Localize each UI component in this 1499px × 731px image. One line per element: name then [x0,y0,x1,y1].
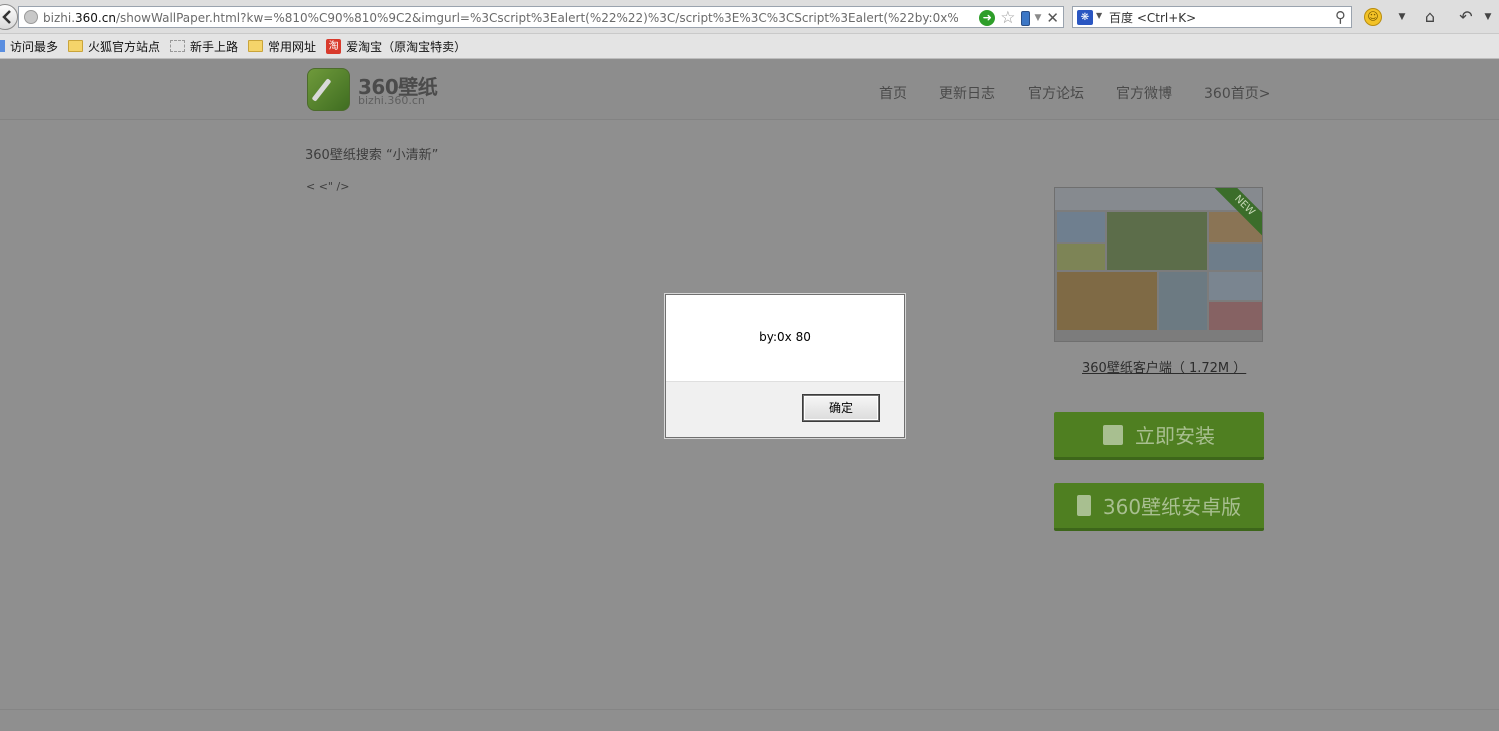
logo-subtitle: bizhi.360.cn [358,94,425,107]
chevron-down-icon[interactable]: ▼ [1096,11,1102,20]
folder-icon [68,40,84,52]
taobao-icon: 淘 [326,38,342,54]
url-domain: 360.cn [75,11,116,25]
bookmark-firefox-site[interactable]: 火狐官方站点 [68,38,160,55]
magnifier-icon[interactable]: ⚲ [1335,8,1346,26]
browser-toolbar: bizhi.360.cn/showWallPaper.html?kw=%810%… [0,0,1499,34]
nav-360-home[interactable]: 360首页> [1204,83,1270,103]
phone-icon[interactable] [1020,10,1030,26]
home-icon[interactable]: ⌂ [1420,7,1440,27]
go-icon[interactable]: ➜ [979,10,996,26]
client-screenshot[interactable]: NEW [1054,187,1263,342]
ok-button[interactable]: 确定 [802,394,880,422]
close-icon[interactable]: ✕ [1046,10,1059,26]
image-icon [1103,424,1123,445]
alert-dialog: by:0x 80 确定 [665,294,905,438]
globe-icon [24,10,38,24]
back-arrow-icon[interactable] [0,4,18,30]
nav-forum[interactable]: 官方论坛 [1028,83,1084,103]
url-input[interactable]: bizhi.360.cn/showWallPaper.html?kw=%810%… [18,6,1064,28]
chevron-down-icon[interactable]: ▼ [1392,7,1412,27]
phone-icon [1076,495,1091,516]
page-icon [170,40,186,52]
url-path: /showWallPaper.html?kw=%810%C90%810%9C2&… [115,11,958,25]
broken-markup-text: < <" /> [306,180,350,193]
baidu-icon[interactable]: ❋ [1077,10,1093,25]
nav-changelog[interactable]: 更新日志 [939,83,995,103]
url-text[interactable]: bizhi.360.cn/showWallPaper.html?kw=%810%… [43,10,958,26]
bookmark-aitaobao[interactable]: 淘爱淘宝（原淘宝特卖） [326,38,466,55]
android-button-label: 360壁纸安卓版 [1102,495,1242,519]
chevron-down-icon[interactable]: ▼ [1478,7,1498,27]
url-actions: ➜ ☆ ▼ ✕ [979,9,1059,27]
install-button[interactable]: 立即安装 [1054,412,1264,460]
star-icon[interactable]: ☆ [1000,10,1015,27]
search-result-title: 360壁纸搜索 “小清新” [305,148,439,163]
bookmarks-bar: 访问最多 火狐官方站点 新手上路 常用网址 淘爱淘宝（原淘宝特卖） [0,34,1499,59]
chevron-down-icon[interactable]: ▼ [1035,13,1042,23]
alert-footer: 确定 [666,381,904,437]
bookmark-getting-started[interactable]: 新手上路 [170,38,238,55]
logo-icon[interactable] [307,68,350,111]
bookmark-icon [0,40,5,52]
smiley-icon[interactable]: ☺ [1364,8,1382,26]
bookmark-most-visited[interactable]: 访问最多 [0,38,58,55]
bookmark-common-sites[interactable]: 常用网址 [248,38,316,55]
nav-weibo[interactable]: 官方微博 [1116,83,1172,103]
search-input[interactable]: ❋ ▼ 百度 <Ctrl+K> ⚲ [1072,6,1352,28]
install-button-label: 立即安装 [1135,424,1215,448]
android-button[interactable]: 360壁纸安卓版 [1054,483,1264,531]
client-download-link[interactable]: 360壁纸客户端（ 1.72M ） [1082,357,1246,376]
undo-icon[interactable]: ↶ [1456,7,1476,27]
nav-home[interactable]: 首页 [879,83,907,103]
folder-icon [248,40,264,52]
search-placeholder: 百度 <Ctrl+K> [1109,11,1197,25]
footer-divider [0,709,1499,710]
alert-body: by:0x 80 [666,295,904,381]
site-header: 360壁纸 bizhi.360.cn 首页 更新日志 官方论坛 官方微博 360… [0,60,1499,120]
alert-message: by:0x 80 [759,330,811,344]
